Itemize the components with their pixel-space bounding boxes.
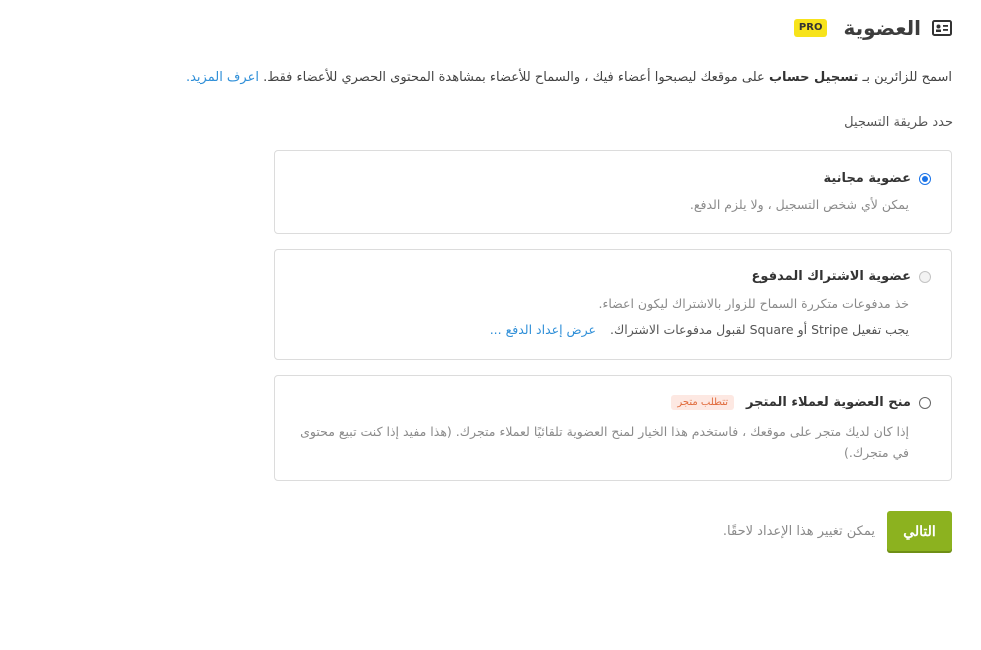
option-title: منح العضوية لعملاء المتجر (746, 395, 911, 410)
option-title: عضوية مجانية (823, 171, 911, 186)
id-card-icon (931, 19, 953, 37)
intro-text: اسمح للزائرين بـ تسجيل حساب على موقعك لي… (185, 70, 952, 85)
option-description: إذا كان لديك متجر على موقعك ، فاستخدم هذ… (300, 424, 909, 460)
store-membership-radio[interactable] (919, 396, 931, 409)
page-title: العضوية (843, 16, 921, 40)
registration-method-label: حدد طريقة التسجيل (844, 115, 953, 130)
option-title: عضوية الاشتراك المدفوع (751, 269, 911, 284)
page-header: العضوية PRO (553, 14, 953, 42)
footer-note: يمكن تغيير هذا الإعداد لاحقًا. (722, 523, 875, 539)
requires-store-tag: تتطلب متجر (671, 395, 735, 410)
option-description: خذ مدفوعات متكررة السماح للزوار بالاشترا… (598, 296, 910, 311)
payment-note: يجب تفعيل Stripe أو Square لقبول مدفوعات… (489, 322, 909, 337)
option-description: يمكن لأي شخص التسجيل ، ولا يلزم الدفع. (689, 197, 909, 212)
free-membership-radio[interactable] (919, 172, 931, 185)
paid-membership-radio[interactable] (919, 270, 931, 283)
view-payment-setup-link[interactable]: عرض إعداد الدفع ... (490, 322, 596, 337)
option-card-store[interactable]: منح العضوية لعملاء المتجر تتطلب متجر إذا… (274, 375, 952, 481)
option-card-paid[interactable]: عضوية الاشتراك المدفوع خذ مدفوعات متكررة… (274, 249, 952, 360)
option-card-free[interactable]: عضوية مجانية يمكن لأي شخص التسجيل ، ولا … (274, 150, 952, 234)
learn-more-link[interactable]: اعرف المزيد. (186, 70, 259, 85)
next-button[interactable]: التالي (887, 511, 952, 551)
footer: التالي يمكن تغيير هذا الإعداد لاحقًا. (723, 511, 952, 551)
pro-badge: PRO (793, 19, 828, 37)
